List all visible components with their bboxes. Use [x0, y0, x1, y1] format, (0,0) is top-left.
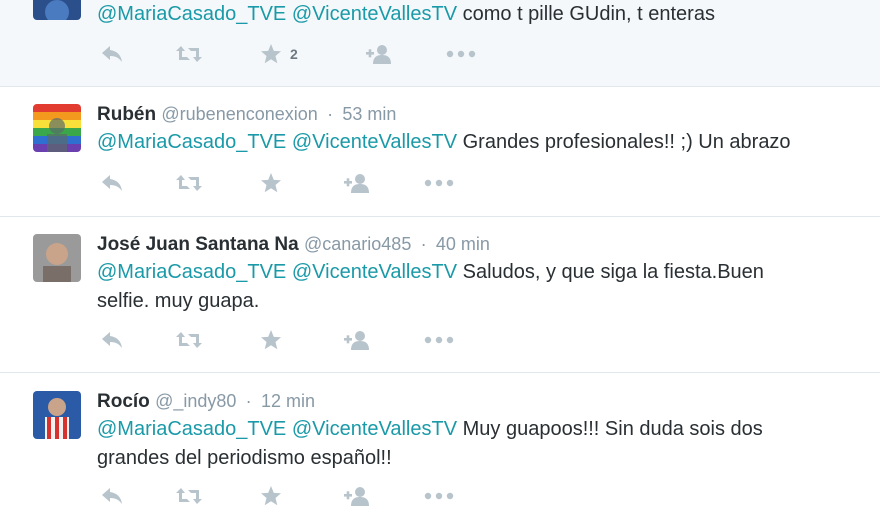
- user-handle[interactable]: @_indy80: [155, 391, 236, 411]
- more-button[interactable]: [424, 484, 454, 508]
- tweet-text: @MariaCasado_TVE @VicenteVallesTV Saludo…: [97, 258, 867, 316]
- mention-link[interactable]: @VicenteVallesTV: [292, 261, 457, 283]
- follow-button[interactable]: [365, 42, 393, 66]
- tweet-item[interactable]: @MariaCasado_TVE @VicenteVallesTV como t…: [0, 0, 880, 87]
- avatar-image: [33, 234, 81, 282]
- tweet-item[interactable]: José Juan Santana Na @canario485 · 40 mi…: [0, 217, 880, 373]
- tweet-body: Muy guapoos!!! Sin duda sois dos: [462, 418, 763, 440]
- reply-icon: [102, 332, 122, 348]
- avatar[interactable]: [33, 234, 81, 282]
- more-button[interactable]: [446, 42, 476, 66]
- tweet-header: José Juan Santana Na @canario485 · 40 mi…: [97, 233, 490, 256]
- retweet-icon: [176, 46, 202, 62]
- mention-link[interactable]: @MariaCasado_TVE: [97, 261, 286, 283]
- tweet-body: Grandes profesionales!! ;) Un abrazo: [462, 131, 791, 153]
- separator-dot: ·: [327, 104, 334, 124]
- favorite-button[interactable]: [260, 171, 282, 195]
- user-handle[interactable]: @rubenenconexion: [161, 104, 317, 124]
- timestamp[interactable]: 53 min: [342, 104, 396, 124]
- favorite-button[interactable]: [260, 328, 282, 352]
- more-button[interactable]: [424, 171, 454, 195]
- user-handle[interactable]: @canario485: [304, 234, 411, 254]
- user-name[interactable]: Rubén: [97, 104, 156, 125]
- retweet-icon: [176, 332, 202, 348]
- more-icon: [446, 50, 476, 58]
- mention-link[interactable]: @VicenteVallesTV: [292, 131, 457, 153]
- tweet-body: Saludos, y que siga la fiesta.Buen: [462, 261, 764, 283]
- more-button[interactable]: [424, 328, 454, 352]
- star-icon: [261, 330, 281, 350]
- retweet-icon: [176, 175, 202, 191]
- tweet-item[interactable]: Rocío @_indy80 · 12 min @MariaCasado_TVE…: [0, 373, 880, 506]
- reply-icon: [102, 46, 122, 62]
- tweet-actions: [100, 328, 500, 352]
- follow-icon: [344, 487, 369, 506]
- tweet-header: Rocío @_indy80 · 12 min: [97, 390, 315, 413]
- mention-link[interactable]: @MariaCasado_TVE: [97, 418, 286, 440]
- tweet-item[interactable]: Rubén @rubenenconexion · 53 min @MariaCa…: [0, 87, 880, 217]
- tweet-text: @MariaCasado_TVE @VicenteVallesTV como t…: [97, 0, 867, 29]
- tweet-text: @MariaCasado_TVE @VicenteVallesTV Grande…: [97, 128, 867, 157]
- tweet-header: Rubén @rubenenconexion · 53 min: [97, 103, 396, 126]
- tweet-actions: 2: [100, 42, 500, 66]
- more-icon: [424, 336, 454, 344]
- reply-icon: [102, 175, 122, 191]
- timestamp[interactable]: 40 min: [436, 234, 490, 254]
- retweet-button[interactable]: [175, 328, 203, 352]
- reply-button[interactable]: [100, 484, 124, 508]
- user-name[interactable]: José Juan Santana Na: [97, 234, 299, 255]
- reply-button[interactable]: [100, 328, 124, 352]
- follow-icon: [344, 331, 369, 350]
- mention-link[interactable]: @MariaCasado_TVE: [97, 131, 286, 153]
- follow-icon: [366, 45, 391, 64]
- tweet-text-line-1: @MariaCasado_TVE @VicenteVallesTV Saludo…: [97, 258, 867, 287]
- favorite-button[interactable]: 2: [260, 42, 298, 66]
- timestamp[interactable]: 12 min: [261, 391, 315, 411]
- mention-link[interactable]: @MariaCasado_TVE: [97, 3, 286, 25]
- separator-dot: ·: [245, 391, 252, 411]
- star-icon: [261, 486, 281, 506]
- tweet-text-line-2: selfie. muy guapa.: [97, 290, 260, 312]
- avatar-image: [33, 0, 81, 20]
- separator-dot: ·: [420, 234, 427, 254]
- mention-link[interactable]: @VicenteVallesTV: [292, 418, 457, 440]
- tweet-actions: [100, 171, 500, 195]
- retweet-button[interactable]: [175, 171, 203, 195]
- avatar[interactable]: [33, 391, 81, 439]
- retweet-button[interactable]: [175, 484, 203, 508]
- favorite-button[interactable]: [260, 484, 282, 508]
- follow-icon: [344, 174, 369, 193]
- reply-button[interactable]: [100, 171, 124, 195]
- tweet-body: como t pille GUdin, t enteras: [462, 3, 715, 25]
- reply-icon: [102, 488, 122, 504]
- follow-button[interactable]: [343, 328, 371, 352]
- avatar-image: [33, 104, 81, 152]
- avatar[interactable]: [33, 0, 81, 20]
- retweet-icon: [176, 488, 202, 504]
- more-icon: [424, 179, 454, 187]
- favorite-count: 2: [290, 46, 298, 62]
- tweet-text-line-2: grandes del periodismo español!!: [97, 447, 392, 469]
- retweet-button[interactable]: [175, 42, 203, 66]
- tweet-text-line-1: @MariaCasado_TVE @VicenteVallesTV Muy gu…: [97, 415, 867, 444]
- follow-button[interactable]: [343, 484, 371, 508]
- star-icon: [261, 44, 281, 64]
- tweet-actions: [100, 484, 500, 508]
- reply-button[interactable]: [100, 42, 124, 66]
- mention-link[interactable]: @VicenteVallesTV: [292, 3, 457, 25]
- user-name[interactable]: Rocío: [97, 391, 150, 412]
- follow-button[interactable]: [343, 171, 371, 195]
- avatar[interactable]: [33, 104, 81, 152]
- avatar-image: [33, 391, 81, 439]
- tweet-text: @MariaCasado_TVE @VicenteVallesTV Muy gu…: [97, 415, 867, 473]
- star-icon: [261, 173, 281, 193]
- more-icon: [424, 492, 454, 500]
